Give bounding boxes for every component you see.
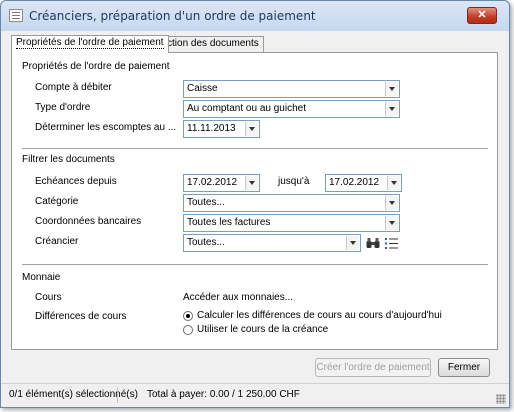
account-value: Caisse [187, 83, 218, 94]
due-from-value: 17.02.2012 [187, 177, 238, 188]
category-value: Toutes... [187, 197, 225, 208]
until-label: jusqu'à [278, 176, 310, 187]
order-type-dropdown[interactable]: Au comptant ou au guichet [183, 100, 400, 118]
chevron-down-icon[interactable] [346, 236, 359, 250]
due-until-date-picker[interactable]: 17.02.2012 [325, 174, 402, 192]
document-icon [9, 9, 23, 22]
radio-claim-rate[interactable] [183, 325, 193, 335]
due-from-date-picker[interactable]: 17.02.2012 [183, 174, 260, 192]
list-icon[interactable] [385, 238, 398, 249]
status-bar: 0/1 élément(s) sélectionné(s) Total à pa… [1, 383, 509, 407]
bank-details-dropdown[interactable]: Toutes les factures [183, 214, 400, 232]
discount-label: Déterminer les escomptes au ... [35, 122, 177, 133]
order-type-value: Au comptant ou au guichet [187, 103, 306, 114]
creditor-label: Créancier [35, 236, 79, 247]
chevron-down-icon[interactable] [245, 122, 258, 136]
chevron-down-icon[interactable] [385, 196, 398, 210]
status-divider [117, 387, 118, 403]
chevron-down-icon[interactable] [385, 216, 398, 230]
section-divider [22, 148, 488, 149]
section-divider [22, 264, 488, 265]
account-label: Compte à débiter [35, 82, 112, 93]
due-from-label: Echéances depuis [35, 176, 117, 187]
title-bar[interactable]: Créanciers, préparation d'un ordre de pa… [1, 1, 509, 31]
discount-date-value: 11.11.2013 [187, 123, 236, 134]
tab-payment-properties[interactable]: Propriétés de l'ordre de paiement [11, 35, 169, 53]
bank-details-value: Toutes les factures [187, 217, 271, 228]
option-claim-rate-label[interactable]: Utiliser le cours de la créance [197, 324, 328, 335]
access-currencies-link[interactable]: Accéder aux monnaies... [183, 292, 293, 303]
bank-details-label: Coordonnées bancaires [35, 216, 142, 227]
due-until-value: 17.02.2012 [329, 177, 380, 188]
radio-today-rate[interactable] [183, 311, 193, 321]
create-payment-order-button[interactable]: Créer l'ordre de paiement [315, 358, 431, 377]
section-heading-payment: Propriétés de l'ordre de paiement [22, 61, 170, 72]
window-title: Créanciers, préparation d'un ordre de pa… [29, 9, 316, 23]
creditor-dropdown[interactable]: Toutes... [183, 234, 361, 252]
dialog-window: Créanciers, préparation d'un ordre de pa… [0, 0, 510, 408]
rate-differences-label: Différences de cours [35, 311, 127, 322]
creditor-value: Toutes... [187, 237, 225, 248]
discount-date-picker[interactable]: 11.11.2013 [183, 120, 260, 138]
chevron-down-icon[interactable] [385, 102, 398, 116]
order-type-label: Type d'ordre [35, 102, 91, 113]
chevron-down-icon[interactable] [387, 176, 400, 190]
close-window-button[interactable]: ✕ [467, 7, 497, 24]
account-dropdown[interactable]: Caisse [183, 80, 400, 98]
close-button[interactable]: Fermer [438, 358, 490, 377]
selection-count: 0/1 élément(s) sélectionné(s) [9, 389, 138, 400]
tab-label: Propriétés de l'ordre de paiement [16, 37, 164, 49]
chevron-down-icon[interactable] [245, 176, 258, 190]
resize-grip-icon[interactable] [496, 394, 506, 404]
chevron-down-icon[interactable] [385, 82, 398, 96]
rates-label: Cours [35, 292, 62, 303]
section-heading-currency: Monnaie [22, 272, 61, 283]
section-heading-filter: Filtrer les documents [22, 154, 115, 165]
total-to-pay: Total à payer: 0.00 / 1 250.00 CHF [147, 389, 300, 400]
option-today-rate-label[interactable]: Calculer les différences de cours au cou… [197, 310, 442, 321]
tab-panel: Propriétés de l'ordre de paiement Compte… [11, 52, 498, 350]
binoculars-icon[interactable] [366, 237, 380, 249]
category-dropdown[interactable]: Toutes... [183, 194, 400, 212]
category-label: Catégorie [35, 196, 79, 207]
